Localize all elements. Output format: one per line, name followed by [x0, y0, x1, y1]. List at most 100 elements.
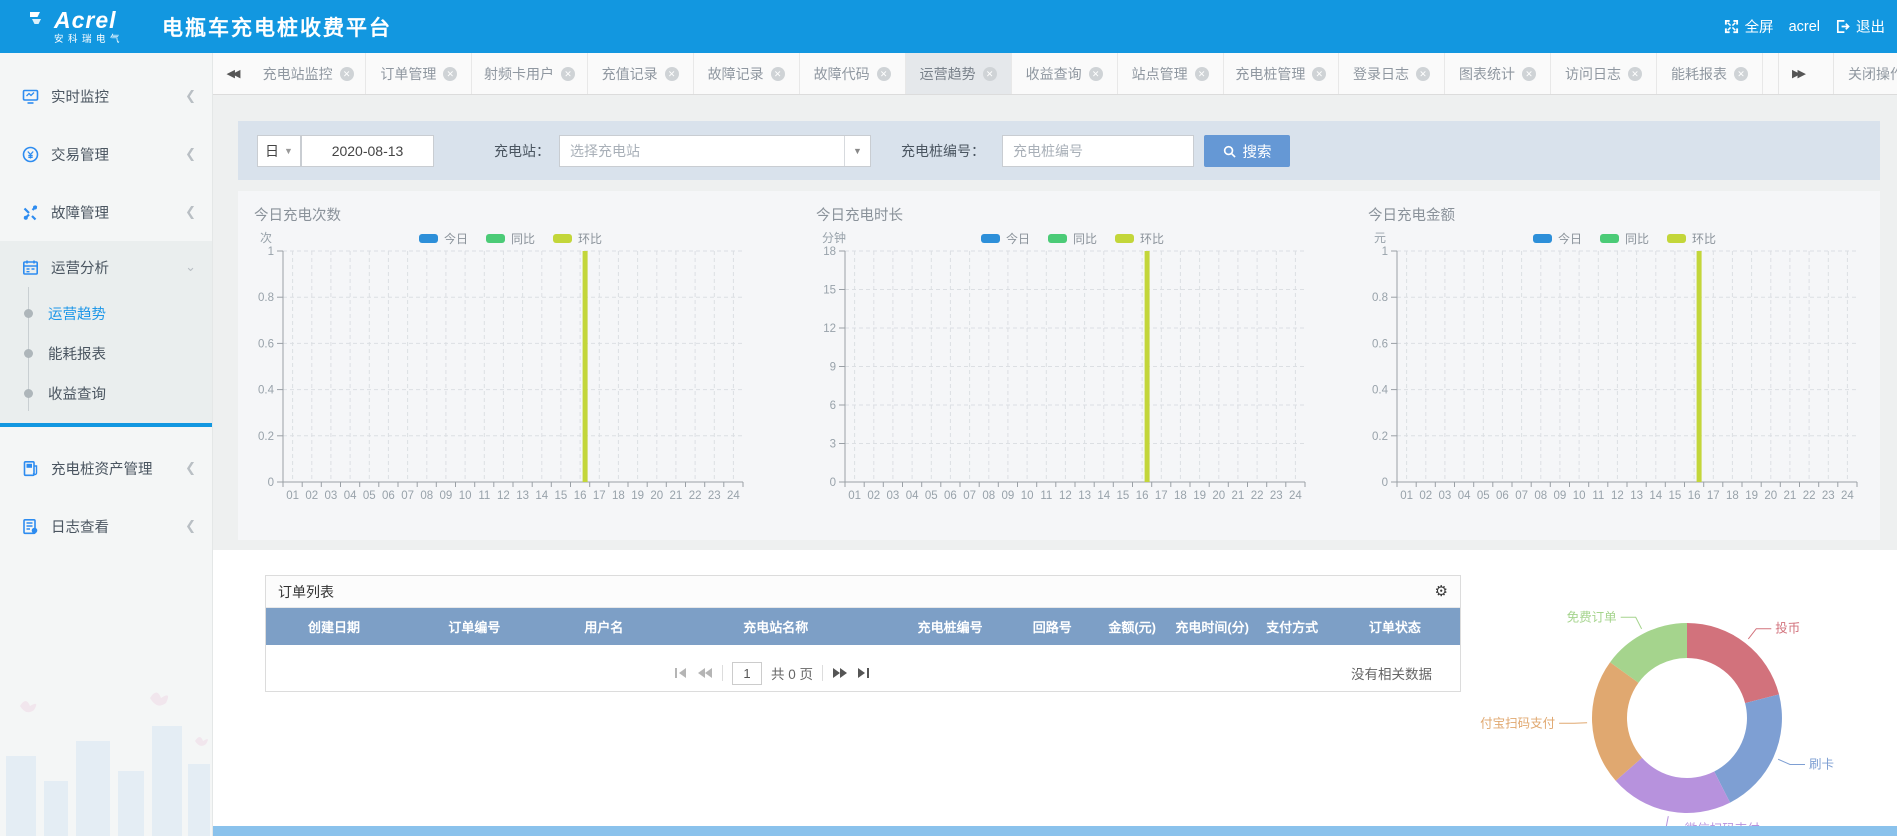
- legend-item-同比[interactable]: 同比: [1600, 230, 1649, 247]
- search-button[interactable]: 搜索: [1204, 135, 1290, 167]
- tab-close-icon[interactable]: ✕: [1416, 67, 1430, 81]
- chevron-left-icon: ❮: [185, 88, 196, 104]
- tab-10[interactable]: 充电桩管理✕: [1224, 53, 1339, 94]
- tab-2[interactable]: 订单管理✕: [366, 53, 472, 94]
- tabs-scroll-left-button[interactable]: ◀◀: [213, 53, 251, 94]
- column-header-订单状态: 订单状态: [1330, 617, 1460, 636]
- svg-text:13: 13: [1078, 490, 1091, 502]
- sidebar-item-运营分析[interactable]: 运营分析⌄: [0, 241, 212, 293]
- tab-close-icon[interactable]: ✕: [443, 67, 457, 81]
- username[interactable]: acrel: [1789, 19, 1820, 35]
- tab-close-icon[interactable]: ✕: [1628, 67, 1642, 81]
- legend-swatch: [419, 234, 438, 243]
- donut-slice-投币[interactable]: [1687, 623, 1779, 703]
- tab-close-icon[interactable]: ✕: [771, 67, 785, 81]
- transaction-icon: [22, 146, 39, 163]
- sidebar-subitem-运营趋势[interactable]: 运营趋势: [0, 293, 212, 333]
- svg-text:06: 06: [944, 490, 957, 502]
- sidebar-item-充电桩资产管理[interactable]: 充电桩资产管理❮: [0, 439, 212, 497]
- bar-环比-16: [1145, 251, 1150, 482]
- close-operations-button[interactable]: 关闭操作: [1833, 53, 1897, 94]
- donut-slice-微信扫码支付[interactable]: [1616, 758, 1730, 813]
- tab-close-icon[interactable]: ✕: [1195, 67, 1209, 81]
- svg-text:24: 24: [1841, 490, 1854, 502]
- column-header-支付方式: 支付方式: [1255, 617, 1330, 636]
- legend-label: 同比: [511, 230, 535, 247]
- donut-label-免费订单: 免费订单: [1567, 609, 1617, 624]
- donut-label-line: [1559, 723, 1587, 724]
- prev-page-button[interactable]: [697, 667, 713, 679]
- gear-icon[interactable]: ⚙: [1435, 584, 1448, 599]
- tab-5[interactable]: 故障记录✕: [694, 53, 800, 94]
- tab-4[interactable]: 充值记录✕: [588, 53, 694, 94]
- svg-text:06: 06: [382, 490, 395, 502]
- legend-item-环比[interactable]: 环比: [1667, 230, 1716, 247]
- donut-slice-刷卡[interactable]: [1714, 694, 1782, 802]
- sidebar-item-日志查看[interactable]: 日志查看❮: [0, 497, 212, 555]
- legend-item-环比[interactable]: 环比: [1115, 230, 1164, 247]
- last-page-button[interactable]: [857, 667, 871, 679]
- tab-3[interactable]: 射频卡用户✕: [472, 53, 587, 94]
- tab-close-icon[interactable]: ✕: [665, 67, 679, 81]
- tab-7[interactable]: 运营趋势✕: [906, 53, 1012, 94]
- tabs-scroll-right-button[interactable]: ▶▶: [1778, 53, 1816, 94]
- logout-button[interactable]: 退出: [1835, 16, 1885, 37]
- legend-item-今日[interactable]: 今日: [419, 230, 468, 247]
- tab-close-icon[interactable]: ✕: [983, 67, 997, 81]
- period-select[interactable]: 日 ▼: [257, 135, 301, 167]
- date-input[interactable]: [301, 135, 434, 167]
- tab-close-icon[interactable]: ✕: [1089, 67, 1103, 81]
- svg-text:20: 20: [1212, 490, 1225, 502]
- sidebar-subitem-收益查询[interactable]: 收益查询: [0, 373, 212, 413]
- first-page-button[interactable]: [674, 667, 688, 679]
- tab-label: 充电站监控: [263, 64, 333, 84]
- dropdown-arrow-icon[interactable]: ▼: [844, 136, 870, 166]
- donut-slice-付宝扫码支付[interactable]: [1592, 662, 1642, 781]
- tab-1[interactable]: 充电站监控 ✕: [251, 53, 366, 94]
- tab-6[interactable]: 故障代码✕: [800, 53, 906, 94]
- svg-text:02: 02: [305, 490, 318, 502]
- sidebar-item-实时监控[interactable]: 实时监控❮: [0, 67, 212, 125]
- sidebar-subitem-能耗报表[interactable]: 能耗报表: [0, 333, 212, 373]
- legend-item-环比[interactable]: 环比: [553, 230, 602, 247]
- tab-close-icon[interactable]: ✕: [1312, 67, 1326, 81]
- sidebar-item-故障管理[interactable]: 故障管理❮: [0, 183, 212, 241]
- sidebar: 实时监控❮交易管理❮故障管理❮运营分析⌄运营趋势能耗报表收益查询充电桩资产管理❮…: [0, 53, 213, 836]
- tab-14[interactable]: 能耗报表✕: [1657, 53, 1763, 94]
- horizontal-scrollbar[interactable]: [213, 826, 1897, 836]
- orders-section: 订单列表 ⚙ 创建日期订单编号用户名充电站名称充电桩编号回路号金额(元)充电时间…: [213, 550, 1897, 826]
- sidebar-item-交易管理[interactable]: 交易管理❮: [0, 125, 212, 183]
- page-number-input[interactable]: [732, 662, 762, 685]
- tab-close-icon[interactable]: ✕: [1734, 67, 1748, 81]
- bar-环比-16: [1697, 251, 1702, 482]
- tab-label: 访问日志: [1565, 64, 1621, 84]
- column-header-创建日期: 创建日期: [266, 617, 402, 636]
- legend-swatch: [1048, 234, 1067, 243]
- monitor-icon: [22, 88, 39, 105]
- legend-item-今日[interactable]: 今日: [1533, 230, 1582, 247]
- tab-9[interactable]: 站点管理✕: [1118, 53, 1224, 94]
- tab-12[interactable]: 图表统计✕: [1445, 53, 1551, 94]
- legend-label: 环比: [578, 230, 602, 247]
- next-page-button[interactable]: [832, 667, 848, 679]
- column-header-金额(元): 金额(元): [1095, 617, 1170, 636]
- pile-number-label: 充电桩编号：: [901, 135, 985, 167]
- tab-close-icon[interactable]: ✕: [561, 67, 575, 81]
- tab-13[interactable]: 访问日志 ✕: [1551, 53, 1657, 94]
- legend-item-同比[interactable]: 同比: [1048, 230, 1097, 247]
- station-select[interactable]: 选择充电站 ▼: [559, 135, 871, 167]
- legend-item-同比[interactable]: 同比: [486, 230, 535, 247]
- legend-item-今日[interactable]: 今日: [981, 230, 1030, 247]
- svg-text:18: 18: [823, 246, 836, 258]
- tab-8[interactable]: 收益查询✕: [1012, 53, 1118, 94]
- pile-number-input[interactable]: [1002, 135, 1194, 167]
- tab-11[interactable]: 登录日志✕: [1339, 53, 1445, 94]
- fullscreen-button[interactable]: 全屏: [1724, 16, 1774, 37]
- tab-close-icon[interactable]: ✕: [1522, 67, 1536, 81]
- order-panel-title: 订单列表: [278, 582, 334, 602]
- tab-close-icon[interactable]: ✕: [877, 67, 891, 81]
- tab-close-icon[interactable]: ✕: [340, 67, 354, 81]
- svg-text:10: 10: [1573, 490, 1586, 502]
- tab-list: 充电站监控✕订单管理✕射频卡用户✕充值记录✕故障记录✕故障代码✕运营趋势✕收益查…: [251, 53, 1763, 94]
- svg-text:12: 12: [497, 490, 510, 502]
